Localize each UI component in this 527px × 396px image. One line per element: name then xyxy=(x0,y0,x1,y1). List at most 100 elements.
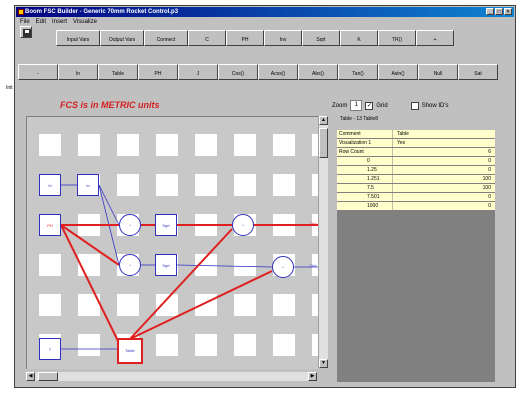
wire xyxy=(98,184,120,226)
property-key: Row Count xyxy=(339,149,364,155)
node-in-1[interactable]: In xyxy=(39,174,61,196)
tb-plus[interactable]: + xyxy=(416,30,454,46)
grid-checkbox[interactable]: ✓ xyxy=(365,101,374,110)
wire xyxy=(176,264,273,268)
menu-insert[interactable]: Insert xyxy=(52,18,67,27)
property-row[interactable]: Visualization 1 Yes xyxy=(337,139,495,147)
toolbar-row-1: Input Vars Output Vars Connect C PH Inv … xyxy=(56,30,454,46)
property-key: Comment xyxy=(339,131,361,137)
tb-ph2[interactable]: PH xyxy=(138,64,178,80)
zoom-label: Zoom xyxy=(332,102,348,109)
maximize-button[interactable]: □ xyxy=(495,8,503,15)
tb-tr[interactable]: TR() xyxy=(378,30,416,46)
show-ids-checkbox[interactable] xyxy=(410,101,419,110)
wire xyxy=(129,228,233,340)
save-button[interactable] xyxy=(20,26,32,38)
canvas-vertical-scrollbar[interactable]: ▲ ▼ xyxy=(318,116,328,368)
grid-label: Grid xyxy=(376,102,388,109)
tb-table[interactable]: Table xyxy=(98,64,138,80)
property-key: 1.25 xyxy=(367,167,377,173)
tb-connect[interactable]: Connect xyxy=(144,30,188,46)
property-value[interactable]: 0 xyxy=(397,157,491,165)
tb-sqrt[interactable]: Sqrt xyxy=(302,30,340,46)
property-key: 0 xyxy=(367,158,370,164)
close-button[interactable]: × xyxy=(504,8,512,15)
node-t[interactable]: T xyxy=(39,338,61,360)
property-row[interactable]: 1.25 0 xyxy=(337,166,495,174)
tb-minus[interactable]: - xyxy=(18,64,58,80)
minimize-button[interactable]: _ xyxy=(486,8,494,15)
node-in-2[interactable]: In xyxy=(77,174,99,196)
property-row[interactable]: Comment Table xyxy=(337,130,495,138)
property-value[interactable]: 0 xyxy=(397,202,491,210)
scroll-left-button[interactable]: ◀ xyxy=(26,372,35,381)
wire xyxy=(60,224,120,344)
property-row[interactable]: 00 xyxy=(337,157,495,165)
tb-k[interactable]: K xyxy=(340,30,378,46)
property-table-title: Table - 13 Table8 xyxy=(340,116,378,122)
window-title: Boom FSC Builder - Generic 70mm Rocket C… xyxy=(25,9,179,15)
property-key: 1.251 xyxy=(367,176,380,182)
property-row[interactable]: 7.5 100 xyxy=(337,184,495,192)
property-value[interactable]: 0 xyxy=(397,166,491,174)
tb-abs[interactable]: Abs() xyxy=(298,64,338,80)
property-value[interactable]: Table xyxy=(397,130,491,138)
scroll-thumb-vertical[interactable] xyxy=(319,128,328,158)
property-value[interactable]: 100 xyxy=(397,184,491,192)
tb-sat[interactable]: Sat xyxy=(458,64,498,80)
property-value[interactable]: 6 xyxy=(397,148,491,156)
units-banner: FCS is in METRIC units xyxy=(60,100,160,110)
scroll-right-button[interactable]: ▶ xyxy=(308,372,317,381)
toolbar-row-2: - In Table PH J Cos() Acos() Abs() Tan()… xyxy=(18,64,498,80)
tb-output-vars[interactable]: Output Vars xyxy=(100,30,144,46)
app-icon xyxy=(18,9,24,15)
property-row[interactable]: 7.501 0 xyxy=(337,193,495,201)
tb-ph[interactable]: PH xyxy=(226,30,264,46)
scroll-up-button[interactable]: ▲ xyxy=(319,116,328,125)
title-bar: Boom FSC Builder - Generic 70mm Rocket C… xyxy=(16,7,514,17)
tb-c[interactable]: C xyxy=(188,30,226,46)
property-key: 1000 xyxy=(367,203,379,209)
node-table-selected[interactable]: Table xyxy=(117,338,143,364)
menu-visualize[interactable]: Visualize xyxy=(73,18,97,27)
property-row[interactable]: Row Count 6 xyxy=(337,148,495,156)
tb-asin[interactable]: Asin() xyxy=(378,64,418,80)
node-multiply-2[interactable]: * xyxy=(119,254,141,276)
property-value[interactable]: 0 xyxy=(397,193,491,201)
show-ids-label: Show ID's xyxy=(421,102,449,109)
diagram-canvas[interactable]: In In PH * Sqrt * * Sqrt * T Table Out O… xyxy=(26,116,318,369)
property-value[interactable]: Yes xyxy=(397,139,491,147)
node-multiply-4[interactable]: * xyxy=(272,256,294,278)
node-sqrt-1[interactable]: Sqrt xyxy=(155,214,177,236)
tb-cos[interactable]: Cos() xyxy=(218,64,258,80)
property-key: 7.5 xyxy=(367,185,374,191)
tb-null[interactable]: Null xyxy=(418,64,458,80)
property-row[interactable]: 1000 0 xyxy=(337,202,495,210)
tb-input-vars[interactable]: Input Vars xyxy=(56,30,100,46)
node-out-2[interactable]: Out xyxy=(310,263,316,268)
property-key: 7.501 xyxy=(367,194,380,200)
tb-tan[interactable]: Tan() xyxy=(338,64,378,80)
canvas-horizontal-scrollbar[interactable]: ◀ ▶ xyxy=(26,372,317,381)
zoom-spinner[interactable]: 1 xyxy=(350,100,363,111)
scroll-thumb-horizontal[interactable] xyxy=(38,372,58,381)
property-row[interactable]: 1.251 100 xyxy=(337,175,495,183)
property-value[interactable]: 100 xyxy=(397,175,491,183)
node-ph[interactable]: PH xyxy=(39,214,61,236)
tb-j[interactable]: J xyxy=(178,64,218,80)
node-multiply-3[interactable]: * xyxy=(232,214,254,236)
save-icon xyxy=(23,29,31,37)
tb-acos[interactable]: Acos() xyxy=(258,64,298,80)
node-sqrt-2[interactable]: Sqrt xyxy=(155,254,177,276)
connection-layer xyxy=(60,184,318,350)
scroll-down-button[interactable]: ▼ xyxy=(319,359,328,368)
wire xyxy=(129,270,273,340)
menu-edit[interactable]: Edit xyxy=(36,18,46,27)
tb-in[interactable]: In xyxy=(58,64,98,80)
node-out-1[interactable]: Out xyxy=(310,221,316,226)
node-multiply-1[interactable]: * xyxy=(119,214,141,236)
property-key: Visualization 1 xyxy=(339,140,372,146)
status-tab[interactable]: Init xyxy=(6,85,13,91)
property-grid[interactable]: Comment Table Visualization 1 Yes Row Coun… xyxy=(337,130,495,382)
tb-inv[interactable]: Inv xyxy=(264,30,302,46)
